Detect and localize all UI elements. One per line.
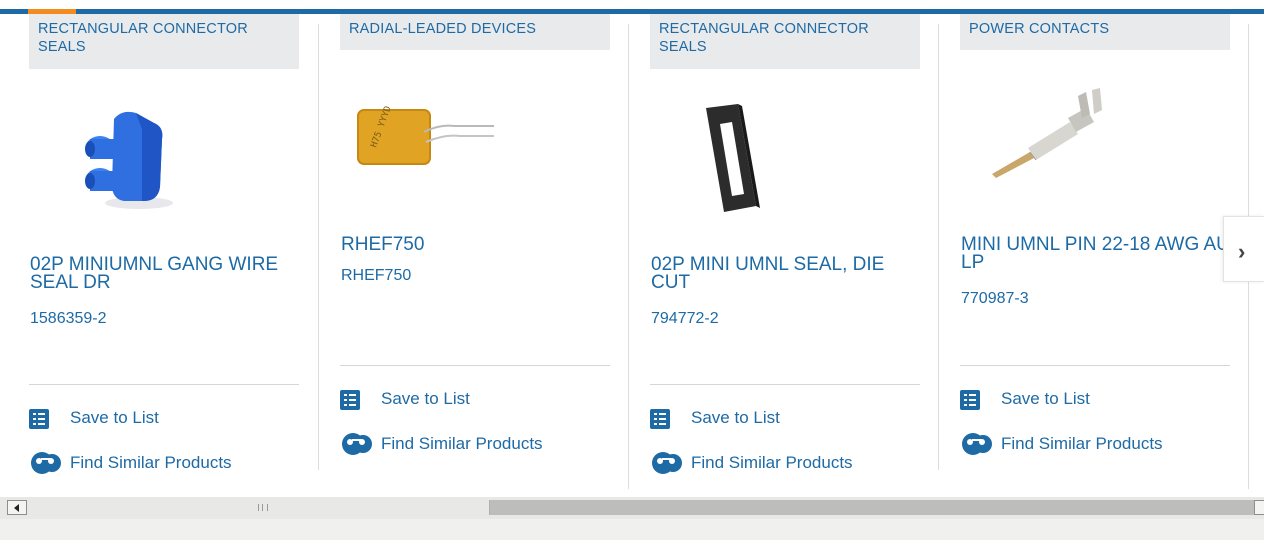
save-to-list-button[interactable]: Save to List	[650, 407, 850, 431]
part-number[interactable]: RHEF750	[341, 267, 411, 285]
product-title[interactable]: RHEF750	[341, 235, 611, 254]
save-to-list-button[interactable]: Save to List	[960, 388, 1160, 412]
part-number[interactable]: 794772-2	[651, 310, 719, 328]
find-similar-button[interactable]: Find Similar Products	[650, 450, 890, 474]
horizontal-scrollbar[interactable]	[0, 497, 1264, 519]
scroll-left-arrow[interactable]	[7, 500, 27, 515]
category-label[interactable]: POWER CONTACTS	[960, 14, 1230, 50]
find-similar-button[interactable]: Find Similar Products	[960, 431, 1200, 455]
product-title[interactable]: MINI UMNL PIN 22-18 AWG AU LP	[961, 235, 1231, 272]
product-card: POWER CONTACTS MINI UMNL PIN 22-18 AWG A…	[960, 14, 1249, 484]
product-card: RECTANGULAR CONNECTOR SEALS 02P MINIUMNL…	[29, 14, 318, 484]
card-separator	[960, 365, 1230, 366]
checklist-icon	[29, 409, 49, 429]
bottom-padding	[0, 519, 1264, 540]
find-similar-label: Find Similar Products	[1001, 434, 1163, 453]
card-divider	[628, 24, 629, 489]
save-to-list-button[interactable]: Save to List	[340, 388, 540, 412]
find-similar-button[interactable]: Find Similar Products	[340, 431, 580, 455]
save-to-list-button[interactable]: Save to List	[29, 407, 229, 431]
grip-icon	[258, 504, 268, 511]
similar-products-icon	[31, 452, 61, 474]
top-accent-bar	[0, 0, 1264, 14]
checklist-icon	[650, 409, 670, 429]
find-similar-label: Find Similar Products	[381, 434, 543, 453]
part-number[interactable]: 1586359-2	[30, 310, 107, 328]
product-image[interactable]	[84, 109, 184, 214]
product-card: RADIAL-LEADED DEVICES H75 YYYD RHEF750 R…	[340, 14, 629, 484]
scroll-thumb[interactable]	[28, 500, 490, 515]
product-title[interactable]: 02P MINI UMNL SEAL, DIE CUT	[651, 255, 921, 292]
product-image[interactable]	[702, 102, 772, 217]
chevron-right-icon: ›	[1238, 239, 1246, 264]
product-image[interactable]: H75 YYYD	[354, 105, 498, 168]
find-similar-label: Find Similar Products	[691, 453, 853, 472]
card-separator	[650, 384, 920, 385]
category-label[interactable]: RECTANGULAR CONNECTOR SEALS	[29, 14, 299, 69]
checklist-icon	[340, 390, 360, 410]
card-divider	[318, 24, 319, 470]
similar-products-icon	[652, 452, 682, 474]
carousel-next-button[interactable]: ›	[1223, 216, 1264, 282]
product-card: RECTANGULAR CONNECTOR SEALS 02P MINI UMN…	[650, 14, 939, 484]
save-to-list-label: Save to List	[691, 408, 780, 427]
part-number[interactable]: 770987-3	[961, 290, 1029, 308]
similar-products-icon	[342, 433, 372, 455]
card-separator	[29, 384, 299, 385]
save-to-list-label: Save to List	[381, 389, 470, 408]
similar-products-icon	[962, 433, 992, 455]
card-separator	[340, 365, 610, 366]
category-label[interactable]: RECTANGULAR CONNECTOR SEALS	[650, 14, 920, 69]
product-title[interactable]: 02P MINIUMNL GANG WIRE SEAL DR	[30, 255, 300, 292]
category-label[interactable]: RADIAL-LEADED DEVICES	[340, 14, 610, 50]
save-to-list-label: Save to List	[70, 408, 159, 427]
find-similar-button[interactable]: Find Similar Products	[29, 450, 269, 474]
checklist-icon	[960, 390, 980, 410]
find-similar-label: Find Similar Products	[70, 453, 232, 472]
scroll-right-arrow[interactable]	[1254, 500, 1264, 515]
product-image[interactable]	[990, 88, 1110, 183]
card-divider	[938, 24, 939, 470]
save-to-list-label: Save to List	[1001, 389, 1090, 408]
